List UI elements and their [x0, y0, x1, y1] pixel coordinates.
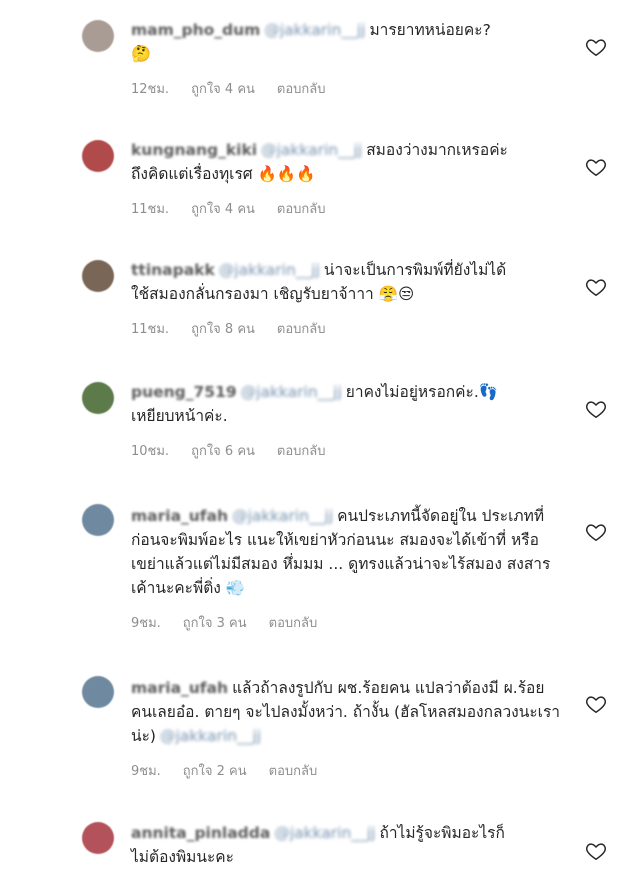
heart-icon[interactable] — [585, 276, 607, 298]
comment-likes[interactable]: ถูกใจ 8 คน — [191, 318, 255, 339]
comment-body: ttinapakk @jakkarin__jj น่าจะเป็นการพิมพ์ท… — [131, 258, 561, 306]
reply-button[interactable]: ตอบกลับ — [269, 612, 318, 633]
comment-time: 9ชม. — [131, 764, 161, 779]
comment-likes[interactable]: ถูกใจ 3 คน — [183, 612, 247, 633]
comment-text: น่าจะเป็นการพิมพ์ที่ยังไม่ได้ — [323, 261, 507, 279]
comment-username[interactable]: pueng_7519 — [131, 383, 237, 401]
comment-meta: 9ชม. ถูกใจ 2 คน ตอบกลับ — [131, 760, 317, 781]
comment-username[interactable]: annita_pinladda — [131, 824, 270, 842]
comment-body: kungnang_kiki @jakkarin__jj สมองว่างมากเหร… — [131, 138, 561, 186]
reply-button[interactable]: ตอบกลับ — [277, 318, 326, 339]
comment-time: 9ชม. — [131, 616, 161, 631]
comment-text: สมองว่างมากเหรอค่ะ — [366, 141, 508, 159]
comment-meta: 10ชม. ถูกใจ 6 คน ตอบกลับ — [131, 440, 326, 461]
comment-meta: 12ชม. ถูกใจ 4 คน ตอบกลับ — [131, 78, 326, 99]
reply-button[interactable]: ตอบกลับ — [277, 78, 326, 99]
comment-meta: 11ชม. ถูกใจ 8 คน ตอบกลับ — [131, 318, 326, 339]
comment-text: แล้วถ้าลงรูปกับ ผช.ร้อยคน แปลว่าต้องมี — [232, 679, 499, 697]
comment-body: mam_pho_dum @jakkarin__jj มารยาทหน่อยคะ? 🤔 — [131, 18, 561, 66]
comment-time: 10ชม. — [131, 444, 170, 459]
comment-username[interactable]: kungnang_kiki — [131, 141, 257, 159]
comment-likes[interactable]: ถูกใจ 6 คน — [191, 440, 255, 461]
comment-body: annita_pinladda @jakkarin__jj ถ้าไม่รู้จะพ… — [131, 821, 561, 869]
comment-meta: 11ชม. ถูกใจ 4 คน ตอบกลับ — [131, 198, 326, 219]
heart-icon[interactable] — [585, 36, 607, 58]
comment-mention[interactable]: @jakkarin__jj — [264, 21, 365, 39]
comment-mention[interactable]: @jakkarin__jj — [261, 141, 362, 159]
comment-meta: 9ชม. ถูกใจ 3 คน ตอบกลับ — [131, 612, 317, 633]
avatar[interactable] — [82, 822, 114, 854]
comment-text-rest: ไม่ต้องพิมนะคะ — [131, 848, 235, 866]
comment-username[interactable]: mam_pho_dum — [131, 21, 260, 39]
heart-icon[interactable] — [585, 398, 607, 420]
heart-icon[interactable] — [585, 693, 607, 715]
comment-mention[interactable]: @jakkarin__jj — [274, 824, 375, 842]
avatar[interactable] — [82, 676, 114, 708]
comment-text-rest: ถึงคิดแต่เรื่องทุเรศ 🔥🔥🔥 — [131, 165, 316, 183]
comment-likes[interactable]: ถูกใจ 2 คน — [183, 760, 247, 781]
comment-likes[interactable]: ถูกใจ 4 คน — [191, 198, 255, 219]
comment-mention[interactable]: @jakkarin__jj — [241, 383, 342, 401]
comment-text: มารยาทหน่อยคะ? — [369, 21, 491, 39]
avatar[interactable] — [82, 382, 114, 414]
comment-mention[interactable]: @jakkarin__jj — [160, 727, 261, 745]
comment-username[interactable]: ttinapakk — [131, 261, 215, 279]
comment-mention[interactable]: @jakkarin__jj — [219, 261, 320, 279]
avatar[interactable] — [82, 20, 114, 52]
reply-button[interactable]: ตอบกลับ — [269, 760, 318, 781]
comment-body: pueng_7519 @jakkarin__jj ยาคงไม่อยู่หรอกค่… — [131, 380, 561, 428]
avatar[interactable] — [82, 260, 114, 292]
heart-icon[interactable] — [585, 840, 607, 862]
comment-text-rest: เหยียบหน้าค่ะ. — [131, 407, 228, 425]
comment-text-rest: 🤔 — [131, 44, 151, 63]
comment-time: 11ชม. — [131, 202, 170, 217]
comment-body: maria_ufah @jakkarin__jj คนประเภทนี้จัดอยู… — [131, 504, 561, 600]
avatar[interactable] — [82, 504, 114, 536]
comment-username[interactable]: maria_ufah — [131, 679, 228, 697]
comment-time: 11ชม. — [131, 322, 170, 337]
heart-icon[interactable] — [585, 521, 607, 543]
comment-text: ถ้าไม่รู้จะพิมอะไรก็ — [379, 824, 505, 842]
reply-button[interactable]: ตอบกลับ — [277, 198, 326, 219]
heart-icon[interactable] — [585, 156, 607, 178]
reply-button[interactable]: ตอบกลับ — [277, 440, 326, 461]
comment-body: maria_ufah แล้วถ้าลงรูปกับ ผช.ร้อยคน แปลว… — [131, 676, 561, 748]
comment-time: 12ชม. — [131, 82, 170, 97]
comment-mention[interactable]: @jakkarin__jj — [232, 507, 333, 525]
comment-text-rest: ใช้สมองกลั่นกรองมา เชิญรับยาจ้าาา 😤😒 — [131, 285, 415, 303]
avatar[interactable] — [82, 140, 114, 172]
comment-text: ยาคงไม่อยู่หรอกค่ะ.👣 — [345, 383, 499, 401]
comment-text: คนประเภทนี้จัดอยู่ใน — [337, 507, 477, 525]
comment-likes[interactable]: ถูกใจ 4 คน — [191, 78, 255, 99]
comment-username[interactable]: maria_ufah — [131, 507, 228, 525]
